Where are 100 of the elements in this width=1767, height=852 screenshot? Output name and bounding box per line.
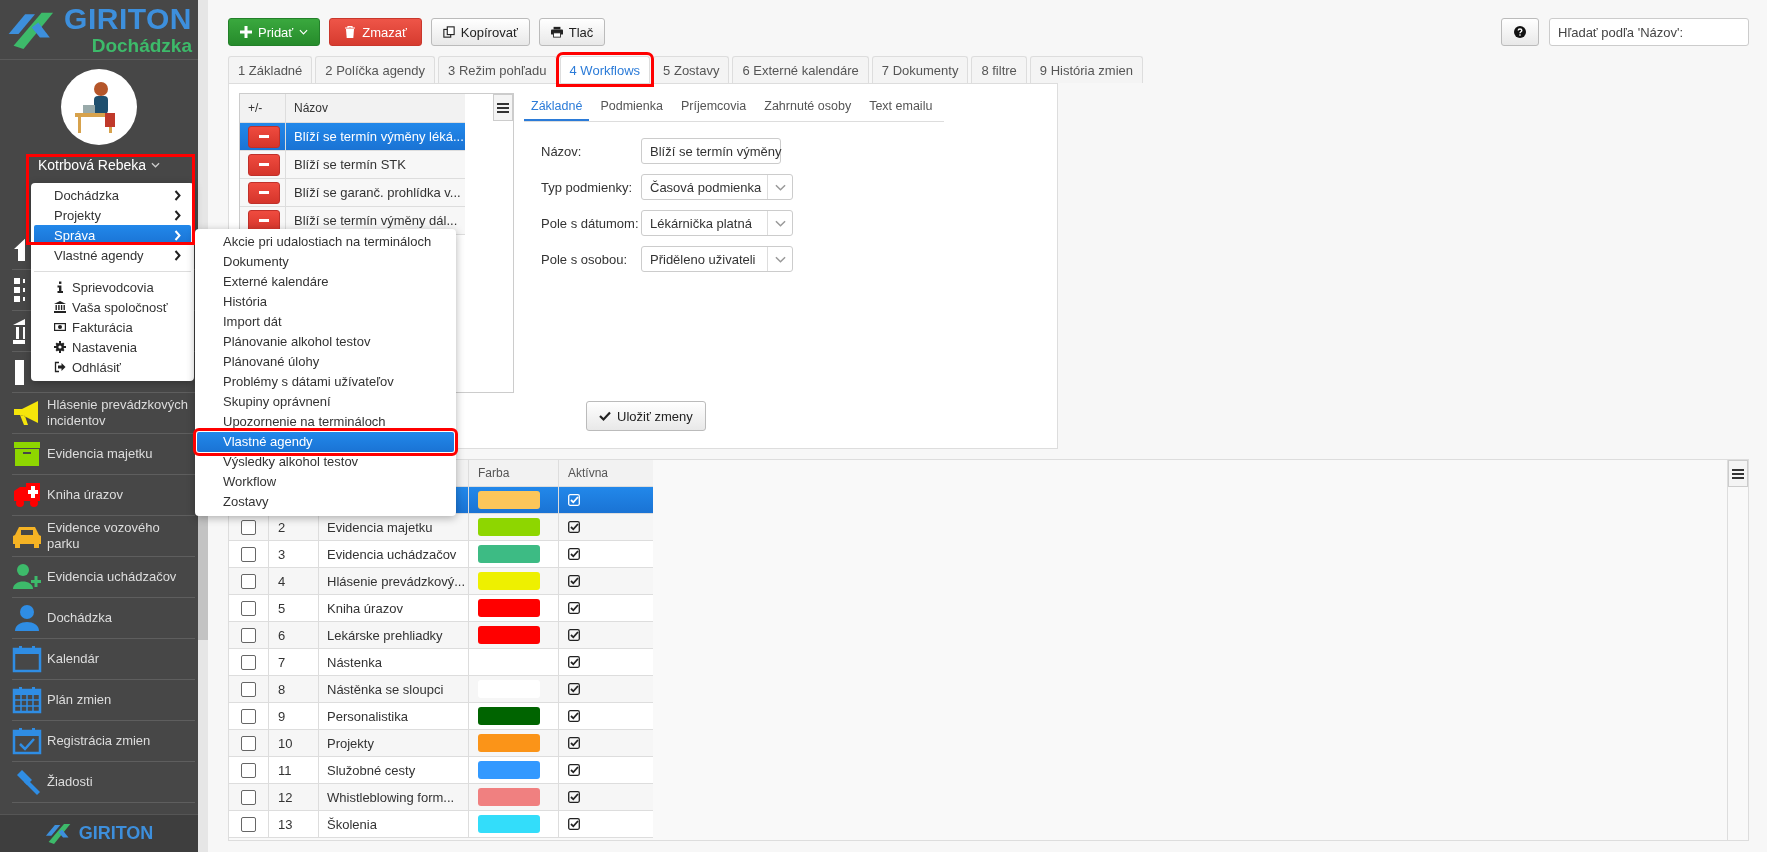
menu-item[interactable]: Externé kalendáre bbox=[197, 272, 454, 292]
table-row[interactable]: 6 Lekárske prehliadky bbox=[229, 622, 653, 649]
nav-item[interactable]: Evidencia majetku bbox=[12, 434, 195, 475]
workflow-row[interactable]: Blíží se termín výměny léká... bbox=[240, 123, 465, 151]
menu-button[interactable] bbox=[493, 94, 513, 121]
subtab[interactable]: Príjemcovia bbox=[674, 93, 754, 121]
menu-item[interactable]: Nastavenia bbox=[34, 337, 191, 357]
tab[interactable]: 9 História zmien bbox=[1029, 56, 1143, 83]
checkbox[interactable] bbox=[241, 681, 256, 697]
menu-item[interactable]: Správa bbox=[34, 225, 191, 245]
table-row[interactable]: 13 Školenia bbox=[229, 811, 653, 838]
print-button[interactable]: Tlač bbox=[538, 18, 606, 46]
tab[interactable]: 2 Políčka agendy bbox=[315, 56, 436, 83]
tab[interactable]: 1 Základné bbox=[228, 56, 313, 83]
table-row[interactable]: 8 Nástěnka se sloupci bbox=[229, 676, 653, 703]
tab[interactable]: 5 Zostavy bbox=[653, 56, 730, 83]
subtab[interactable]: Zahrnuté osoby bbox=[757, 93, 859, 121]
select-field[interactable]: Lékárnička platná bbox=[641, 210, 794, 236]
table-row[interactable]: 9 Personalistika bbox=[229, 703, 653, 730]
nav-item[interactable]: Dochádzka bbox=[12, 598, 195, 639]
menu-item[interactable]: Workflow bbox=[197, 472, 454, 492]
menu-item[interactable]: Fakturácia bbox=[34, 317, 191, 337]
table-row[interactable]: 7 Nástenka bbox=[229, 649, 653, 676]
tab[interactable]: 3 Režim pohľadu bbox=[438, 56, 557, 83]
menu-item[interactable]: Upozornenie na termináloch bbox=[197, 412, 454, 432]
user-plus-icon bbox=[12, 563, 42, 591]
checkbox[interactable] bbox=[241, 762, 256, 778]
menu-item[interactable]: Dochádzka bbox=[34, 185, 191, 205]
menu-item[interactable]: Výsledky alkohol testov bbox=[197, 452, 454, 472]
nav-item[interactable]: Registrácia zmien bbox=[12, 721, 195, 762]
menu-item[interactable]: Plánovanie alkohol testov bbox=[197, 332, 454, 352]
menu-item[interactable]: Plánované úlohy bbox=[197, 352, 454, 372]
nav-item[interactable]: Evidencia uchádzačov bbox=[12, 557, 195, 598]
remove-button[interactable] bbox=[248, 209, 280, 232]
minus-icon bbox=[259, 163, 269, 166]
subtab[interactable]: Podmienka bbox=[593, 93, 670, 121]
table-cell: Nástěnka se sloupci bbox=[327, 681, 444, 697]
save-button[interactable]: Uložiť zmeny bbox=[586, 401, 706, 431]
checkbox[interactable] bbox=[241, 735, 256, 751]
workflow-row[interactable]: Blíží se termín STK bbox=[240, 151, 465, 179]
nav-item[interactable]: Kniha úrazov bbox=[12, 475, 195, 516]
remove-button[interactable] bbox=[248, 181, 280, 204]
menu-item[interactable]: Zostavy bbox=[197, 492, 454, 512]
copy-button[interactable]: Kopírovať bbox=[430, 18, 530, 46]
checkbox[interactable] bbox=[241, 573, 256, 589]
search-field[interactable]: Hľadať podľa 'Názov': bbox=[1549, 18, 1749, 46]
tab[interactable]: 7 Dokumenty bbox=[871, 56, 969, 83]
nav-item[interactable]: Evidence vozového parku bbox=[12, 516, 195, 557]
calendar-check-icon bbox=[12, 727, 42, 755]
checkbox[interactable] bbox=[241, 708, 256, 724]
input-field[interactable]: Blíží se termín výměny bbox=[641, 138, 781, 164]
help-button[interactable] bbox=[1501, 18, 1539, 46]
select-field[interactable]: Přiděleno uživateli bbox=[641, 246, 794, 272]
remove-button[interactable] bbox=[248, 125, 280, 148]
table-row[interactable]: 11 Služobné cesty bbox=[229, 757, 653, 784]
table-row[interactable]: 12 Whistleblowing form... bbox=[229, 784, 653, 811]
checkbox[interactable] bbox=[241, 654, 256, 670]
workflow-name: Blíží se termín výměny dál... bbox=[293, 213, 459, 228]
user-name[interactable]: Kotrbová Rebeka bbox=[37, 155, 161, 175]
subtab[interactable]: Text emailu bbox=[862, 93, 940, 121]
remove-button[interactable] bbox=[248, 153, 280, 176]
menu-item[interactable]: Projekty bbox=[34, 205, 191, 225]
table-row[interactable]: 4 Hlásenie prevádzkový... bbox=[229, 568, 653, 595]
checkbox[interactable] bbox=[241, 546, 256, 562]
menu-item[interactable]: Import dát bbox=[197, 312, 454, 332]
table-cell: 5 bbox=[278, 600, 286, 616]
checkbox[interactable] bbox=[241, 600, 256, 616]
delete-button[interactable]: Zmazať bbox=[329, 18, 422, 46]
menu-item[interactable]: Sprievodcovia bbox=[34, 277, 191, 297]
tab[interactable]: 6 Externé kalendáre bbox=[732, 56, 869, 83]
menu-button[interactable] bbox=[1728, 460, 1748, 487]
menu-item[interactable]: Akcie pri udalostiach na termináloch bbox=[197, 232, 454, 252]
workflow-row[interactable]: Blíží se garanč. prohlídka v... bbox=[240, 179, 465, 207]
nav-item[interactable]: Žiadosti bbox=[12, 762, 195, 803]
table-row[interactable]: 3 Evidencia uchádzačov bbox=[229, 541, 653, 568]
menu-item[interactable]: Vaša spoločnosť bbox=[34, 297, 191, 317]
checkbox[interactable] bbox=[241, 816, 256, 832]
menu-item[interactable]: Vlastné agendy bbox=[34, 245, 191, 265]
tab[interactable]: 8 filtre bbox=[971, 56, 1027, 83]
nav-item[interactable]: Hlásenie prevádzkových incidentov bbox=[12, 393, 195, 434]
menu-item[interactable]: Odhlásiť bbox=[34, 357, 191, 377]
workflow-name: Blíží se termín STK bbox=[293, 157, 407, 172]
checkbox[interactable] bbox=[241, 627, 256, 643]
table-cell: 12 bbox=[278, 789, 293, 805]
column-header: Farba bbox=[469, 460, 559, 486]
logo-icon bbox=[44, 822, 73, 845]
menu-item[interactable]: Dokumenty bbox=[197, 252, 454, 272]
menu-item[interactable]: Skupiny oprávnení bbox=[197, 392, 454, 412]
checkbox[interactable] bbox=[241, 519, 256, 535]
table-row[interactable]: 2 Evidencia majetku bbox=[229, 514, 653, 541]
checkbox[interactable] bbox=[241, 789, 256, 805]
subtab[interactable]: Základné bbox=[524, 93, 590, 121]
select-field[interactable]: Časová podmienka bbox=[641, 174, 794, 200]
menu-item[interactable]: Problémy s dátami užívateľov bbox=[197, 372, 454, 392]
nav-item[interactable]: Kalendár bbox=[12, 639, 195, 680]
table-row[interactable]: 10 Projekty bbox=[229, 730, 653, 757]
add-button[interactable]: Pridať bbox=[228, 18, 321, 46]
nav-item[interactable]: Plán zmien bbox=[12, 680, 195, 721]
table-row[interactable]: 5 Kniha úrazov bbox=[229, 595, 653, 622]
menu-item[interactable]: História bbox=[197, 292, 454, 312]
